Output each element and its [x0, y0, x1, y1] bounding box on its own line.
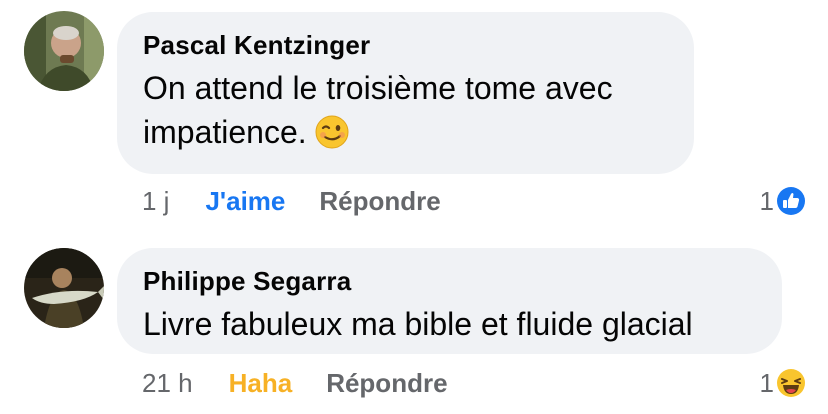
reaction-summary[interactable]: 1: [760, 183, 806, 219]
comment-text: On attend le troisième tome avec impatie…: [143, 66, 668, 160]
avatar-photo: [24, 11, 104, 91]
avatar[interactable]: [24, 248, 104, 328]
comment-timestamp[interactable]: 21 h: [142, 368, 193, 399]
comment-actions: 21 h Haha Répondre: [142, 365, 448, 401]
reply-button[interactable]: Répondre: [326, 368, 447, 399]
reaction-count: 1: [759, 185, 774, 216]
avatar[interactable]: [24, 11, 104, 91]
comment: Philippe Segarra Livre fabuleux ma bible…: [0, 236, 828, 414]
comment: Pascal Kentzinger On attend le troisième…: [0, 0, 828, 230]
like-button[interactable]: J'aime: [205, 186, 285, 217]
comment-bubble: Pascal Kentzinger On attend le troisième…: [117, 12, 694, 174]
winking-face-emoji-icon: [315, 115, 349, 160]
haha-button[interactable]: Haha: [229, 368, 293, 399]
comment-text: Livre fabuleux ma bible et fluide glacia…: [143, 306, 693, 342]
haha-icon: [776, 368, 806, 398]
reaction-count: 1: [759, 367, 774, 398]
comment-text-line: impatience.: [143, 114, 307, 150]
avatar-photo: [24, 248, 104, 328]
comment-author[interactable]: Philippe Segarra: [143, 266, 756, 296]
comment-text-line: On attend le troisième tome avec: [143, 70, 613, 106]
like-icon: [776, 186, 806, 216]
comment-bubble: Philippe Segarra Livre fabuleux ma bible…: [117, 248, 782, 354]
reply-button[interactable]: Répondre: [319, 186, 440, 217]
comment-actions: 1 j J'aime Répondre: [142, 183, 441, 219]
reaction-summary[interactable]: 1: [760, 365, 806, 401]
comment-timestamp[interactable]: 1 j: [142, 186, 169, 217]
comment-author[interactable]: Pascal Kentzinger: [143, 30, 668, 60]
